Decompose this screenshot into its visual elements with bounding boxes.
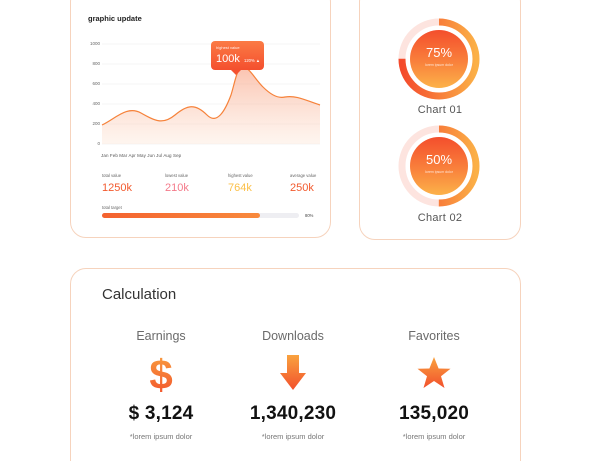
dollar-icon: $ xyxy=(149,351,172,395)
x-axis-labels: Jan Feb Mar Apr May Jun Jul Aug Sep xyxy=(101,153,182,158)
downloads-value: 1,340,230 xyxy=(249,403,337,424)
stat-value: 764k xyxy=(228,182,252,194)
stat-label: highest value xyxy=(228,173,253,178)
stat-label: average value xyxy=(290,173,317,178)
tooltip-percent: 120% ▲ xyxy=(244,58,261,63)
favorites-label: Favorites xyxy=(408,329,460,343)
progress-fill xyxy=(102,213,260,218)
donut-chart-02: 50% lorem ipsum dolor xyxy=(398,125,480,207)
stat-value: 210k xyxy=(165,182,189,194)
downloads-label: Downloads xyxy=(262,329,324,343)
donut-percent: 75% xyxy=(425,45,453,60)
graphic-update-card: graphic update 1000 800 600 400 200 0 Ja… xyxy=(70,0,331,238)
earnings-value: $ 3,124 xyxy=(128,403,194,424)
donut-chart-01: 75% lorem ipsum dolor xyxy=(398,18,480,100)
calculation-title: Calculation xyxy=(102,286,177,303)
arrow-down-icon xyxy=(280,355,306,390)
favorites-value: 135,020 xyxy=(398,403,470,424)
donut-subtitle: lorem ipsum dolor xyxy=(425,63,453,67)
stat-value: 250k xyxy=(290,182,314,194)
line-area-chart xyxy=(101,43,321,145)
total-target-progress-bar xyxy=(102,213,299,218)
svg-text:$: $ xyxy=(149,351,172,395)
stat-lowest: lowest value 210k xyxy=(165,173,189,194)
favorites-note: *lorem ipsum dolor xyxy=(402,432,466,441)
downloads-note: *lorem ipsum dolor xyxy=(261,432,325,441)
highest-value-tooltip: highest value 100k 120% ▲ xyxy=(211,41,264,75)
tooltip-label: highest value xyxy=(216,45,240,50)
stat-highest: highest value 764k xyxy=(228,173,253,194)
calculation-card: Calculation Earnings $ $ 3,124 *lorem ip… xyxy=(70,268,521,461)
stat-average: average value 250k xyxy=(290,173,316,194)
stat-label: lowest value xyxy=(165,173,189,178)
downloads-stat: Downloads 1,340,230 *lorem ipsum dolor xyxy=(223,329,363,441)
chart-01-label: Chart 01 xyxy=(417,104,463,116)
earnings-label: Earnings xyxy=(136,329,186,343)
donut-subtitle: lorem ipsum dolor xyxy=(425,170,453,174)
tooltip-value: 100k xyxy=(216,53,240,65)
total-target-percent: 80% xyxy=(305,213,314,218)
charts-card: 75% lorem ipsum dolor Chart 01 50% lorem… xyxy=(359,0,521,240)
total-target-label: total target xyxy=(102,205,122,210)
earnings-stat: Earnings $ $ 3,124 *lorem ipsum dolor xyxy=(91,329,231,441)
donut-percent: 50% xyxy=(425,152,453,167)
stat-value: 1250k xyxy=(102,182,132,194)
stat-total: total value 1250k xyxy=(102,173,132,194)
earnings-note: *lorem ipsum dolor xyxy=(129,432,193,441)
star-icon xyxy=(417,357,451,388)
stat-label: total value xyxy=(102,173,122,178)
favorites-stat: Favorites 135,020 *lorem ipsum dolor xyxy=(364,329,504,441)
area-fill xyxy=(102,67,320,144)
chart-02-label: Chart 02 xyxy=(417,212,463,224)
